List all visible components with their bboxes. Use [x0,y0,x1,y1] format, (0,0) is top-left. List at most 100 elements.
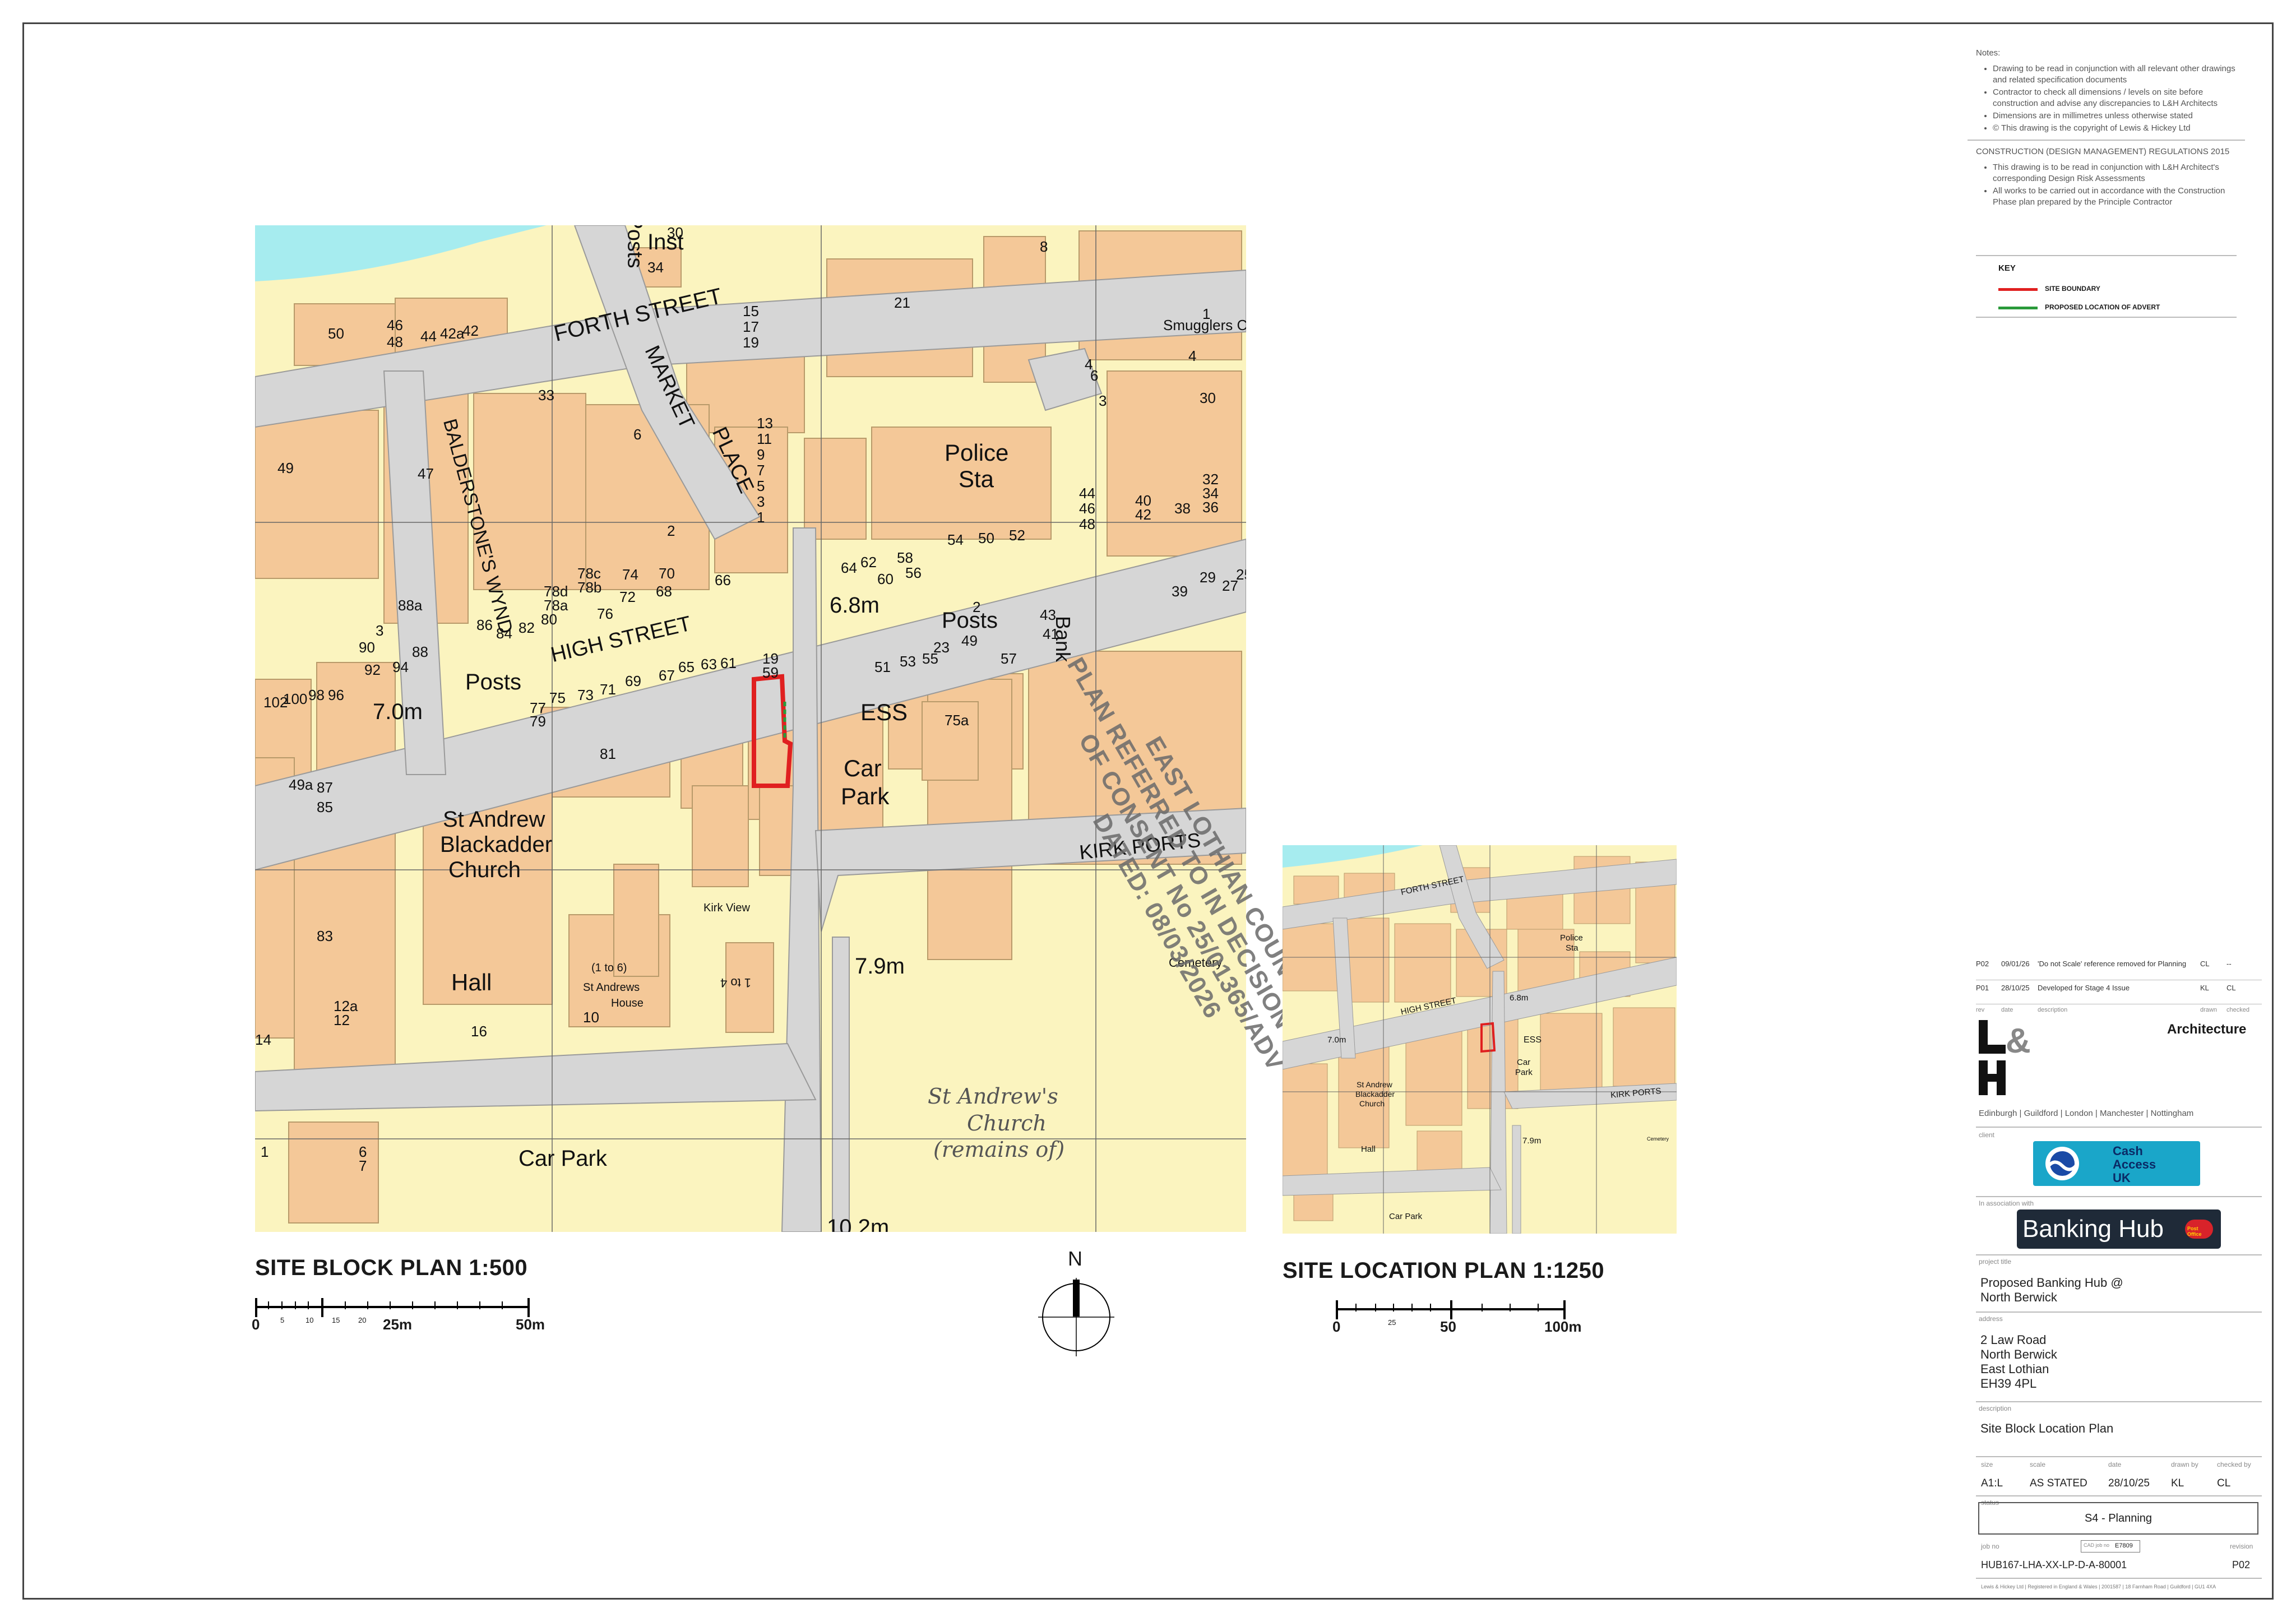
key-site-boundary-label: SITE BOUNDARY [2045,285,2100,293]
lh-logo-mark: & [1979,1020,2031,1095]
size-label: size [1981,1461,1993,1468]
house-number: 1 [757,509,765,526]
house-number: 83 [317,928,333,944]
address-line-3: East Lothian [1980,1362,2049,1376]
practice-name: Architecture [2167,1022,2247,1037]
svg-text:&: & [2006,1022,2031,1060]
house-number: 15 [743,303,759,319]
house-number: 29 [1200,569,1216,586]
revision-value: P02 [2232,1559,2251,1570]
rev-header-date: date [2001,1007,2013,1013]
house-number: 6 [633,426,642,443]
address-line-2: North Berwick [1980,1347,2057,1361]
house-number: 13 [757,415,773,432]
label-st-andrews-house-2: House [611,997,644,1009]
level-7-9: 7.9m [855,954,905,979]
house-number: 38 [1174,500,1191,517]
loc-carpark-1: Car [1517,1058,1531,1067]
house-number: 46 [387,317,403,333]
house-number: 70 [659,565,675,582]
house-number: 10 [583,1009,599,1026]
house-number: 21 [894,294,910,311]
scale-label-50m: 50m [516,1316,545,1333]
house-number: 63 [701,656,717,673]
location-plan-title: SITE LOCATION PLAN 1:1250 [1283,1258,1605,1283]
key-site-boundary-swatch [1998,288,2038,291]
house-number: 48 [387,333,403,350]
banking-hub-logo: Banking Hub Post Office [2017,1209,2221,1249]
house-number: 55 [922,650,938,667]
house-number: 42 [462,322,479,339]
description-value: Site Block Location Plan [1980,1421,2114,1435]
loc-church-1: St Andrew [1357,1080,1392,1089]
rev-p01-date: 28/10/25 [2001,984,2030,992]
house-number: 72 [619,588,636,605]
house-number: 3 [1099,392,1107,409]
cdm-note-2: All works to be carried out in accordanc… [1993,186,2245,208]
client-name-2: Access [2113,1157,2156,1171]
label-ess: ESS [860,699,908,725]
rev-p02-desc: 'Do not Scale' reference removed for Pla… [2038,960,2187,968]
label-posts-1: Posts [942,608,998,633]
revision-headers: rev date description drawn checked [1976,1004,2262,1020]
drawn-label: drawn by [2171,1461,2198,1468]
job-label: job no [1981,1542,1999,1550]
post-office-text: Post Office [2187,1226,2202,1237]
house-number: 66 [715,572,731,588]
house-number: 65 [678,659,695,675]
rev-p02: P02 [1976,960,1989,968]
description-label: description [1979,1405,2012,1412]
date-value: 28/10/25 [2108,1477,2150,1489]
loc-church-3: Church [1359,1099,1385,1108]
house-number: 48 [1079,516,1095,532]
address-label: address [1979,1315,2003,1323]
house-number: 58 [897,549,913,566]
loc-cemetery: Cemetery [1647,1136,1669,1142]
loc-police-1: Police [1560,933,1583,943]
house-number: 30 [1200,390,1216,406]
house-number: 92 [364,661,381,678]
rev-p02-drawn: CL [2200,960,2210,968]
rev-p02-date: 09/01/26 [2001,960,2030,968]
note-2: Contractor to check all dimensions / lev… [1993,87,2245,109]
house-number: 67 [659,667,675,684]
house-number: 71 [600,681,616,698]
notes-heading: Notes: [1976,48,2001,58]
house-number: 49 [277,460,294,476]
revision-row: P02 09/01/26 'Do not Scale' reference re… [1976,960,2262,980]
scale-value: AS STATED [2030,1477,2087,1489]
lh-logo: & [1979,1020,2046,1096]
offices: Edinburgh | Guildford | London | Manches… [1979,1109,2194,1118]
checked-value: CL [2217,1477,2231,1489]
loc-carpark-south: Car Park [1389,1212,1423,1221]
house-number: 12 [334,1012,350,1028]
house-number: 7 [359,1157,367,1174]
house-number: 78b [577,579,602,596]
loc-scale-100m: 100m [1544,1318,1582,1335]
rev-p01: P01 [1976,984,1989,992]
revision-table: P02 09/01/26 'Do not Scale' reference re… [1976,960,2262,1020]
house-number: 56 [905,564,922,581]
house-number: 1 [1202,305,1211,322]
sea-area [255,225,547,281]
house-number: 50 [328,325,344,342]
house-number: 11 [757,430,772,447]
house-number: 88a [398,597,423,614]
scale-label-5: 5 [280,1316,285,1324]
house-number: 61 [720,655,737,671]
house-number: 80 [541,611,557,628]
drawn-value: KL [2171,1477,2184,1489]
scale-label-15: 15 [332,1316,340,1324]
level-7-0: 7.0m [373,699,423,724]
house-number: 7 [757,462,765,479]
association-label: In association with [1979,1199,2034,1207]
cad-ref-box: CAD job no E7809 [2081,1540,2140,1553]
label-police-1: Police [945,439,1009,466]
label-1to6: (1 to 6) [591,962,627,974]
house-number: 5 [757,478,765,494]
rev-p01-desc: Developed for Stage 4 Issue [2038,984,2130,992]
address-line-4: EH39 4PL [1980,1377,2037,1391]
label-carpark-south: Car Park [519,1146,607,1171]
house-number: 102 [263,694,288,711]
footer-text: Lewis & Hickey Ltd | Registered in Engla… [1981,1584,2216,1589]
